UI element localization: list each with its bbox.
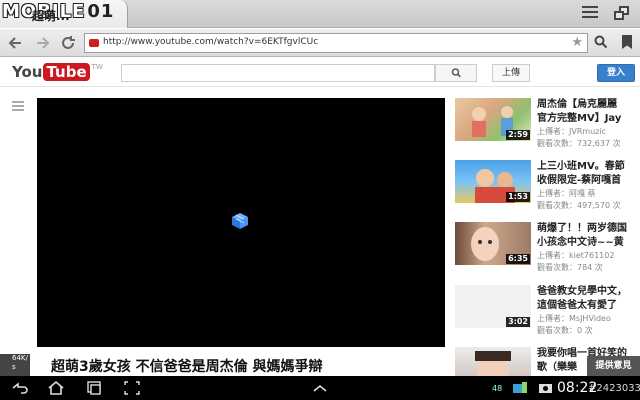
logo-region: TW: [91, 63, 103, 71]
related-title-line2[interactable]: 小孩念中文诗~~黄: [537, 236, 637, 250]
recent-apps-icon[interactable]: [84, 380, 104, 396]
video-player[interactable]: [37, 98, 445, 347]
youtube-logo[interactable]: You Tube TW: [12, 63, 103, 81]
related-video-item[interactable]: 2:59 周杰倫【烏克麗麗 官方完整MV】Jay 上傳者：JVRmuzic 觀看…: [455, 98, 640, 148]
reload-icon[interactable]: [58, 33, 78, 53]
related-thumbnail[interactable]: 2:59: [455, 98, 531, 141]
screenshot-status-icon: [536, 380, 556, 396]
related-video-item[interactable]: 6:35 萌爆了！！两岁德国 小孩念中文诗~~黄 上傳者：kiet761102 …: [455, 222, 640, 272]
screenshot-icon[interactable]: [122, 380, 142, 396]
related-video-item[interactable]: 3:02 爸爸教女兒學中文， 這個爸爸太有愛了 上傳者：MsJHVideo 觀看…: [455, 285, 640, 335]
upload-button[interactable]: 上傳: [492, 64, 530, 82]
network-speed-widget: 64K/ s: [0, 354, 30, 376]
browser-tab[interactable]: MOBILE 01 超萌...: [0, 0, 128, 28]
duration-badge: 6:35: [506, 254, 530, 264]
youtube-favicon: [89, 39, 99, 47]
logo-you: You: [12, 63, 43, 81]
video-title: 超萌3歲女孩 不信爸爸是周杰倫 與媽媽爭辯: [51, 359, 323, 375]
youtube-header: You Tube TW 上傳 登入: [0, 57, 640, 87]
status-number: 48: [492, 384, 503, 393]
related-title-line2[interactable]: 官方完整MV】Jay: [537, 112, 637, 126]
address-bar[interactable]: http://www.youtube.com/watch?v=6EKTfgvlC…: [84, 33, 588, 53]
duration-badge: 1:53: [506, 192, 530, 202]
related-thumbnail[interactable]: 6:35: [455, 222, 531, 265]
forward-icon[interactable]: [32, 33, 52, 53]
bookmark-icon[interactable]: [622, 35, 632, 49]
related-uploader: 上傳者：MsJHVideo: [537, 314, 611, 323]
watermark: #2423033: [588, 383, 640, 394]
back-icon[interactable]: [6, 33, 26, 53]
related-uploader: 上傳者：kiet761102: [537, 251, 615, 260]
search-icon[interactable]: [594, 35, 608, 49]
related-title[interactable]: 爸爸教女兒學中文，: [537, 285, 637, 299]
related-views: 觀看次數：497,570 次: [537, 201, 621, 210]
netspeed-unit: s: [12, 363, 16, 371]
browser-tab-strip: MOBILE 01 超萌...: [0, 0, 640, 28]
notification-icon: [510, 380, 530, 396]
related-thumbnail[interactable]: 1:53: [455, 160, 531, 203]
duration-badge: 2:59: [506, 130, 530, 140]
duration-badge: 3:02: [506, 317, 530, 327]
youtube-search-button[interactable]: [435, 64, 477, 82]
url-text[interactable]: http://www.youtube.com/watch?v=6EKTfgvlC…: [103, 37, 318, 47]
guide-menu-icon[interactable]: [12, 101, 24, 111]
signin-button[interactable]: 登入: [597, 64, 635, 82]
related-views: 觀看次數：732,637 次: [537, 139, 621, 148]
related-views: 觀看次數：784 次: [537, 263, 603, 272]
back-nav-icon[interactable]: [10, 380, 30, 396]
related-title[interactable]: 萌爆了！！两岁德国: [537, 222, 637, 236]
related-views: 觀看次數：0 次: [537, 326, 593, 335]
related-uploader: 上傳者：JVRmuzic: [537, 127, 607, 136]
chevron-up-icon[interactable]: [310, 380, 330, 396]
related-title[interactable]: 周杰倫【烏克麗麗: [537, 98, 637, 112]
related-title-line2[interactable]: 這個爸爸太有愛了: [537, 299, 637, 313]
related-title-line2[interactable]: 收假限定-蔡阿嘎首: [537, 174, 637, 188]
home-nav-icon[interactable]: [46, 380, 66, 396]
loading-spinner-icon: [231, 212, 249, 230]
related-video-item[interactable]: 1:53 上三小班MV。春節 收假限定-蔡阿嘎首 上傳者：阿嘎 蔡 觀看次數：4…: [455, 160, 640, 210]
tab-title: 超萌...: [32, 9, 70, 23]
logo-number: 01: [87, 1, 115, 22]
related-title[interactable]: 上三小班MV。春節: [537, 160, 637, 174]
youtube-search-input[interactable]: [121, 64, 435, 82]
menu-icon[interactable]: [582, 6, 598, 22]
netspeed-value: 64K/: [12, 354, 28, 362]
tabs-icon[interactable]: [614, 6, 630, 21]
related-uploader: 上傳者：阿嘎 蔡: [537, 189, 596, 198]
related-thumbnail[interactable]: 3:02: [455, 285, 531, 328]
logo-tube: Tube: [43, 63, 90, 81]
browser-navbar: http://www.youtube.com/watch?v=6EKTfgvlC…: [0, 29, 640, 57]
star-icon[interactable]: ★: [571, 35, 583, 50]
system-navigation-bar: 48 08:22: [0, 376, 640, 400]
feedback-button[interactable]: 提供意見: [587, 356, 640, 376]
related-thumbnail[interactable]: [455, 347, 531, 376]
